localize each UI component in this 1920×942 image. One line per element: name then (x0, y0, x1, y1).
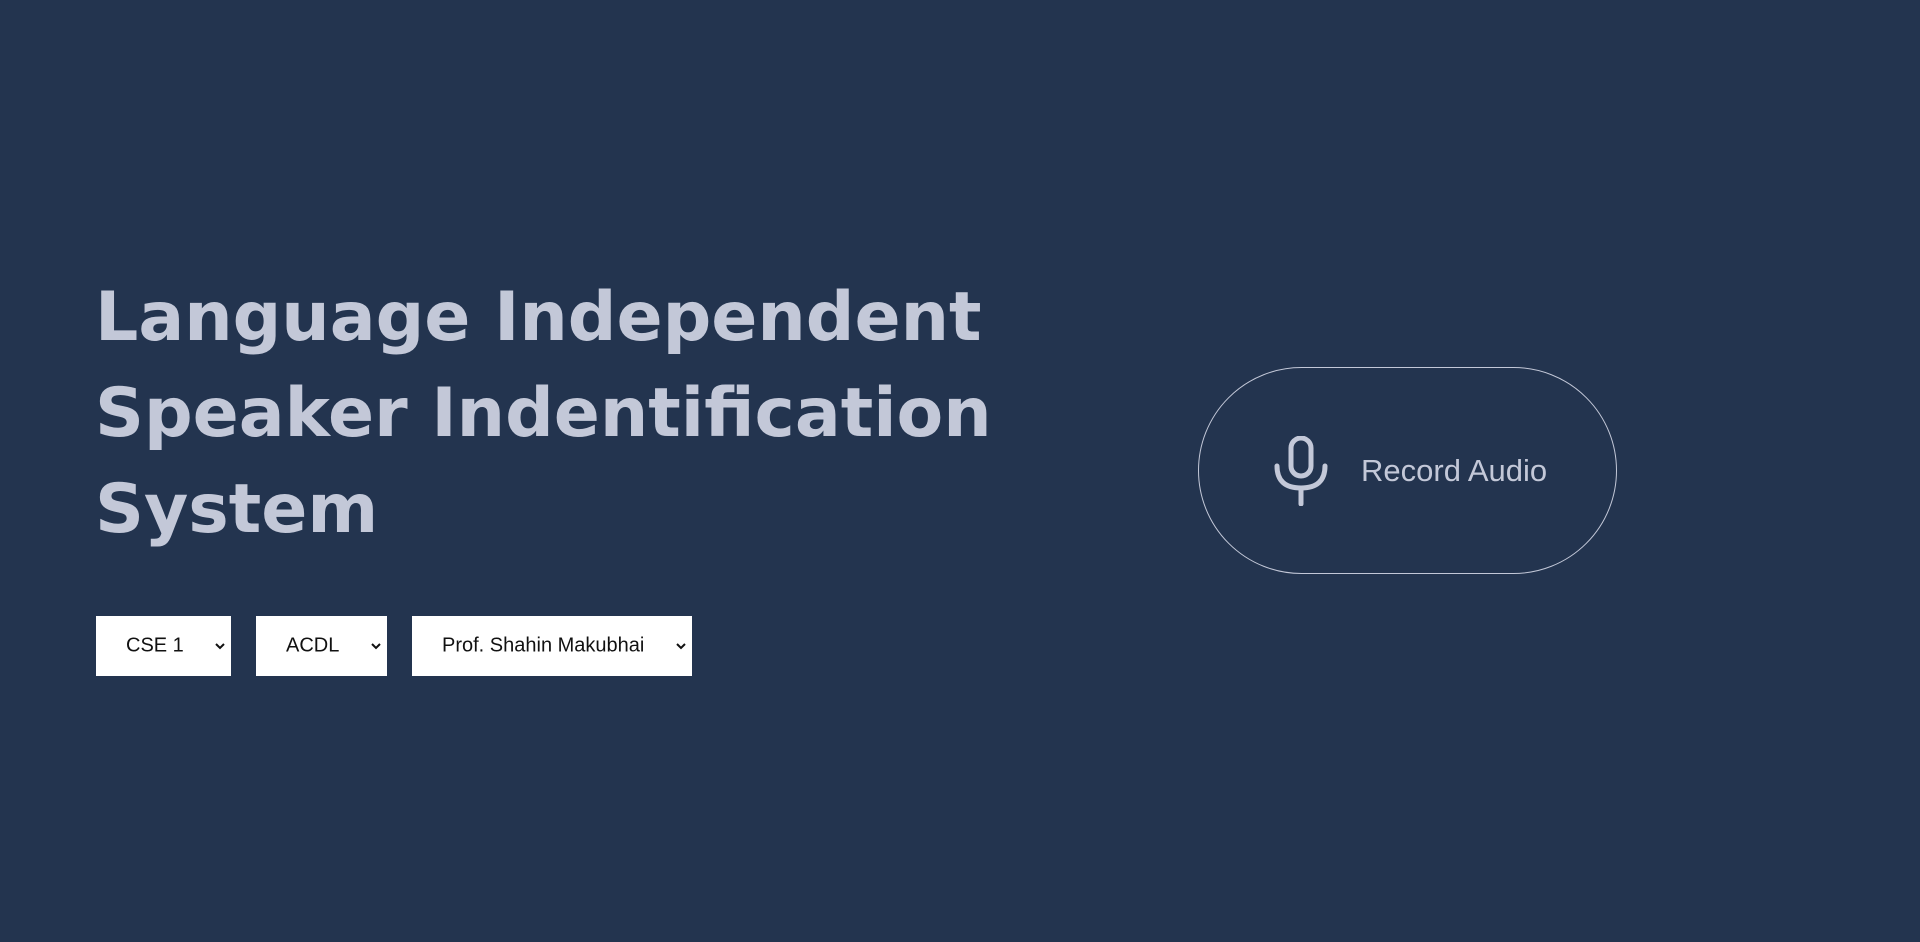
microphone-icon (1274, 436, 1328, 506)
chevron-down-icon (215, 643, 225, 650)
record-audio-button[interactable]: Record Audio (1198, 367, 1617, 574)
page-title-line-1: Language Independent (95, 278, 982, 357)
page-title-line-2: Speaker Indentification (95, 374, 992, 453)
record-audio-label: Record Audio (1361, 452, 1548, 488)
page-title-line-3: System (95, 470, 379, 549)
chevron-down-icon (371, 643, 381, 650)
subject-select-value: ACDL (286, 634, 340, 657)
professor-select-value: Prof. Shahin Makubhai (442, 634, 645, 657)
page-title: Language Independent Speaker Indentifica… (95, 270, 995, 558)
class-select[interactable]: CSE 1 (96, 616, 231, 676)
professor-select[interactable]: Prof. Shahin Makubhai (412, 616, 692, 676)
chevron-down-icon (676, 643, 686, 650)
subject-select[interactable]: ACDL (256, 616, 387, 676)
class-select-value: CSE 1 (126, 634, 184, 657)
